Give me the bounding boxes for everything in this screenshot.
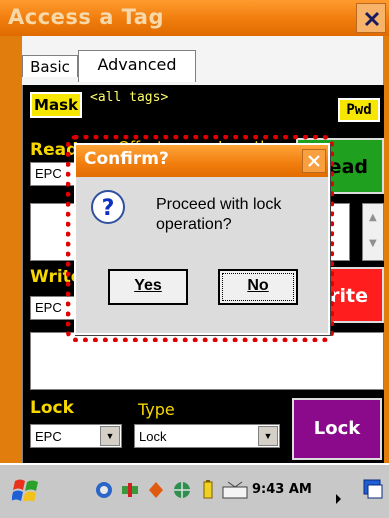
read-scrollbar[interactable]: ▲ ▼ <box>362 203 384 261</box>
keyboard-icon[interactable] <box>222 480 248 500</box>
lock-type-value: Lock <box>139 429 167 444</box>
taskbar: 9:43 AM <box>0 463 389 518</box>
tab-advanced[interactable]: Advanced <box>78 50 196 82</box>
network-icon[interactable] <box>94 480 114 500</box>
no-button-label: No <box>247 277 269 294</box>
mask-button[interactable]: Mask <box>30 92 82 118</box>
no-button[interactable]: No <box>218 269 298 305</box>
sync-icon[interactable] <box>146 480 166 500</box>
clock[interactable]: 9:43 AM <box>252 482 312 497</box>
lock-type-select[interactable]: Lock ▼ <box>134 424 280 448</box>
scroll-down-icon[interactable]: ▼ <box>369 238 377 249</box>
frame-right <box>384 36 389 463</box>
lock-label: Lock <box>30 398 74 418</box>
yes-button[interactable]: Yes <box>108 269 188 305</box>
dialog-title-bar: Confirm? <box>76 145 328 177</box>
chevron-down-icon[interactable]: ▼ <box>258 426 278 446</box>
close-button[interactable] <box>356 3 386 33</box>
window-title: Access a Tag <box>8 5 165 29</box>
windows-start-icon[interactable] <box>12 477 42 505</box>
write-memory-value: EPC <box>35 300 62 315</box>
lock-memory-value: EPC <box>35 429 62 444</box>
dialog-close-button[interactable] <box>302 149 326 173</box>
lock-type-label: Type <box>138 400 175 419</box>
chevron-down-icon[interactable]: ▼ <box>100 426 120 446</box>
title-bar: Access a Tag <box>0 0 389 36</box>
lock-memory-select[interactable]: EPC ▼ <box>30 424 122 448</box>
globe-icon[interactable] <box>172 480 192 500</box>
lock-button[interactable]: Lock <box>292 398 382 460</box>
tray-expand-icon[interactable] <box>336 494 341 504</box>
password-button[interactable]: Pwd <box>338 98 380 122</box>
frame-left <box>0 36 22 463</box>
svg-text:?: ? <box>102 196 115 221</box>
dialog-title: Confirm? <box>84 149 169 169</box>
close-icon <box>308 155 320 167</box>
yes-button-label: Yes <box>134 277 162 294</box>
connection-icon[interactable] <box>120 480 140 500</box>
mask-value: <all tags> <box>90 90 169 105</box>
show-desktop-icon[interactable] <box>362 477 384 501</box>
dialog-message: Proceed with lock operation? <box>156 196 282 233</box>
scroll-up-icon[interactable]: ▲ <box>369 212 377 223</box>
close-icon <box>364 11 380 27</box>
question-icon: ? <box>91 190 125 224</box>
tab-basic[interactable]: Basic <box>22 55 78 77</box>
read-memory-value: EPC <box>35 166 62 181</box>
confirm-dialog: Confirm? ? Proceed with lock operation? … <box>74 143 330 335</box>
battery-icon[interactable] <box>198 480 218 500</box>
